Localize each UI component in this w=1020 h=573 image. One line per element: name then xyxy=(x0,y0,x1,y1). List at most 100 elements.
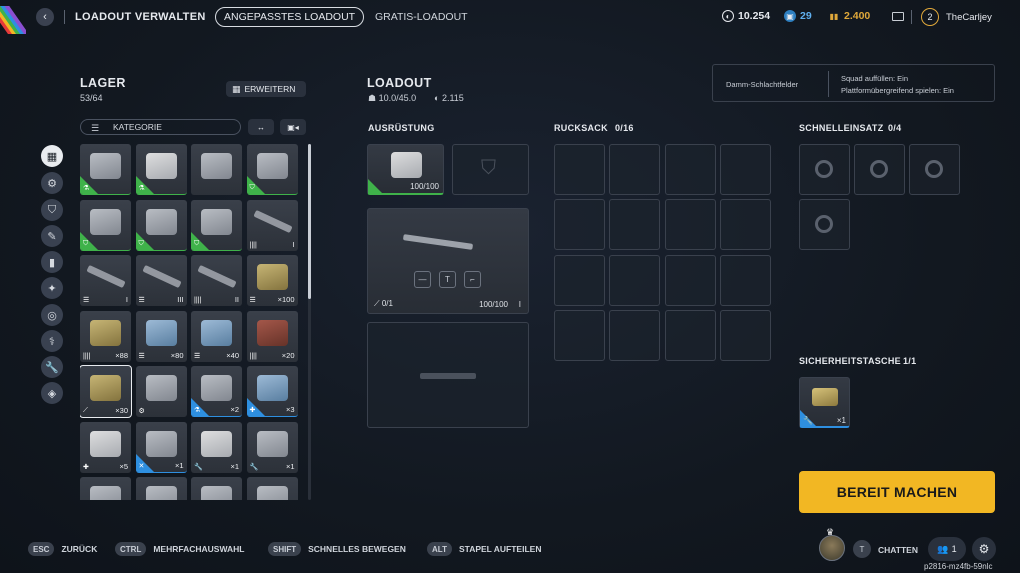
crate-item[interactable]: |||| ×20 xyxy=(246,310,298,362)
quick-slot-icon xyxy=(815,160,833,178)
category-tools-icon[interactable]: 🔧 xyxy=(41,356,63,378)
ammo-box-item[interactable]: ☰ ×100 xyxy=(246,255,298,306)
category-misc-icon[interactable]: ◈ xyxy=(41,382,63,404)
shield-item[interactable]: ⛉ xyxy=(135,199,187,251)
binoculars-item[interactable]: ⚙ xyxy=(135,366,187,417)
crossplay-setting: Plattformübergreifend spielen: Ein xyxy=(841,86,954,95)
shield-item[interactable]: ⛉ xyxy=(246,144,298,195)
item-type-icon: ⚗ xyxy=(138,185,145,192)
username[interactable]: TheCarljey xyxy=(946,12,992,23)
backpack-item[interactable]: ⚗ xyxy=(80,144,131,195)
ammo-box-item-image xyxy=(145,319,177,346)
grenade-item[interactable]: ⚗ ×2 xyxy=(191,366,242,417)
ammo-box-item[interactable]: |||| ×88 xyxy=(80,310,131,362)
tool-item[interactable] xyxy=(80,477,131,500)
arrows-icon: ↔ xyxy=(257,122,265,132)
plate-item[interactable]: 🔧 ×1 xyxy=(246,421,298,473)
primary-weapon-slot[interactable]: — T ⌐ ⟋ 0/1 100/100 I xyxy=(367,208,529,314)
hint-back[interactable]: ESC ZURÜCK xyxy=(28,542,97,556)
key-shift: SHIFT xyxy=(268,542,302,556)
hint-multiselect[interactable]: CTRL MEHRFACHAUSWAHL xyxy=(115,542,244,556)
quick-slot[interactable] xyxy=(854,144,905,195)
match-settings[interactable]: Damm-Schlachtfelder Squad auffüllen: Ein… xyxy=(712,64,995,102)
backpack-grid-slot[interactable] xyxy=(554,144,605,195)
backpack-grid-slot[interactable] xyxy=(719,144,771,195)
scroll-thumb[interactable] xyxy=(308,144,311,299)
tab-custom-loadout[interactable]: ANGEPASSTES LOADOUT xyxy=(215,7,365,27)
med-kit-item[interactable]: ⟋ ×30 xyxy=(80,365,132,418)
avatar[interactable] xyxy=(819,535,845,561)
category-weapons-icon[interactable]: ✎ xyxy=(41,225,63,247)
pistol-item[interactable]: |||| II xyxy=(191,255,242,306)
quick-slot[interactable] xyxy=(909,144,960,195)
category-all-icon[interactable]: ▦ xyxy=(41,145,63,167)
sort-button[interactable]: ↔ xyxy=(248,119,274,135)
auto-sort-button[interactable]: ▣◂ xyxy=(280,119,306,135)
hint-quick-move[interactable]: SHIFT SCHNELLES BEWEGEN xyxy=(268,542,406,556)
friends-button[interactable]: 👥 1 xyxy=(928,537,966,561)
category-medical-icon[interactable]: ⚕ xyxy=(41,330,63,352)
expand-button[interactable]: ▦ ERWEITERN xyxy=(226,81,306,97)
rifle-item[interactable]: ☰ I xyxy=(80,255,131,306)
chat-button[interactable]: CHATTEN xyxy=(878,545,918,555)
attachment-grip-icon[interactable]: ⌐ xyxy=(464,271,481,288)
shield-item[interactable]: ⛉ xyxy=(80,199,131,251)
backpack-grid-slot[interactable] xyxy=(664,199,716,251)
ammo-box-item[interactable]: ☰ ×40 xyxy=(191,310,242,362)
backpack-grid-slot[interactable] xyxy=(554,199,605,251)
backpack-grid-slot[interactable] xyxy=(554,309,605,361)
filter-icon: ☰ xyxy=(91,123,100,133)
backpack-grid-slot[interactable] xyxy=(719,309,771,361)
syringe-item[interactable]: ✕ ×1 xyxy=(135,421,187,473)
item-type-icon: ⛉ xyxy=(83,239,89,247)
backpack-grid-slot[interactable] xyxy=(609,309,661,361)
category-filter[interactable]: ☰ KATEGORIE xyxy=(80,119,241,135)
item-quantity: III xyxy=(177,295,184,304)
backpack-grid-slot[interactable] xyxy=(609,199,661,251)
category-shield-icon[interactable]: ⛉ xyxy=(41,199,63,221)
ammo-case-item[interactable] xyxy=(191,144,242,195)
rifle-item-image xyxy=(252,209,293,233)
mail-icon[interactable] xyxy=(892,12,904,21)
backpack-grid-slot[interactable] xyxy=(609,254,661,306)
backpack-grid-slot[interactable] xyxy=(609,144,661,195)
shield-slot[interactable]: ⛉ xyxy=(452,144,529,195)
backpack-item[interactable]: ⚗ xyxy=(135,144,187,195)
quick-slot-icon xyxy=(870,160,888,178)
attachment-barrel-icon[interactable]: — xyxy=(414,271,431,288)
build-id: p2816-mz4fb-59nlc xyxy=(924,562,993,571)
ready-button[interactable]: BEREIT MACHEN xyxy=(799,471,995,513)
case-item[interactable] xyxy=(191,477,242,500)
storage-scrollbar[interactable] xyxy=(308,144,311,500)
category-attachments-icon[interactable]: ⚙ xyxy=(41,172,63,194)
shield-item[interactable]: ⛉ xyxy=(191,199,242,251)
backpack-grid-slot[interactable] xyxy=(664,144,716,195)
backpack-grid-slot[interactable] xyxy=(664,254,716,306)
backpack-slot[interactable]: 100/100 xyxy=(367,144,444,195)
bandage-item[interactable]: ✚ ×3 xyxy=(246,366,298,417)
tab-free-loadout[interactable]: GRATIS-LOADOUT xyxy=(375,11,468,23)
cable-item[interactable] xyxy=(135,477,187,500)
category-gadgets-icon[interactable]: ✦ xyxy=(41,277,63,299)
bandage-roll-item[interactable]: ✚ ×5 xyxy=(80,421,131,473)
backpack-grid-slot[interactable] xyxy=(664,309,716,361)
rifle-item[interactable]: ☰ III xyxy=(135,255,187,306)
toolbox-item[interactable]: 🔧 ×1 xyxy=(191,421,242,473)
syringe-item-image xyxy=(145,430,177,457)
safe-pocket-slot[interactable]: 🔧 ×1 xyxy=(799,377,850,428)
attachment-stock-icon[interactable]: T xyxy=(439,271,456,288)
category-ammo-icon[interactable]: ▮ xyxy=(41,251,63,273)
quick-slot[interactable] xyxy=(799,199,850,250)
backpack-grid-slot[interactable] xyxy=(719,254,771,306)
quick-slot[interactable] xyxy=(799,144,850,195)
secondary-weapon-slot[interactable] xyxy=(367,322,529,428)
backpack-grid-slot[interactable] xyxy=(719,199,771,251)
rifle-item[interactable]: |||| I xyxy=(246,199,298,251)
backpack-grid-slot[interactable] xyxy=(554,254,605,306)
gear-icon[interactable]: ⚙ xyxy=(972,537,996,561)
hint-split-stack[interactable]: ALT STAPEL AUFTEILEN xyxy=(427,542,541,556)
category-throwables-icon[interactable]: ◎ xyxy=(41,304,63,326)
ammo-box-item[interactable]: ☰ ×80 xyxy=(135,310,187,362)
case-item[interactable] xyxy=(246,477,298,500)
back-button[interactable]: ‹ xyxy=(36,8,54,26)
